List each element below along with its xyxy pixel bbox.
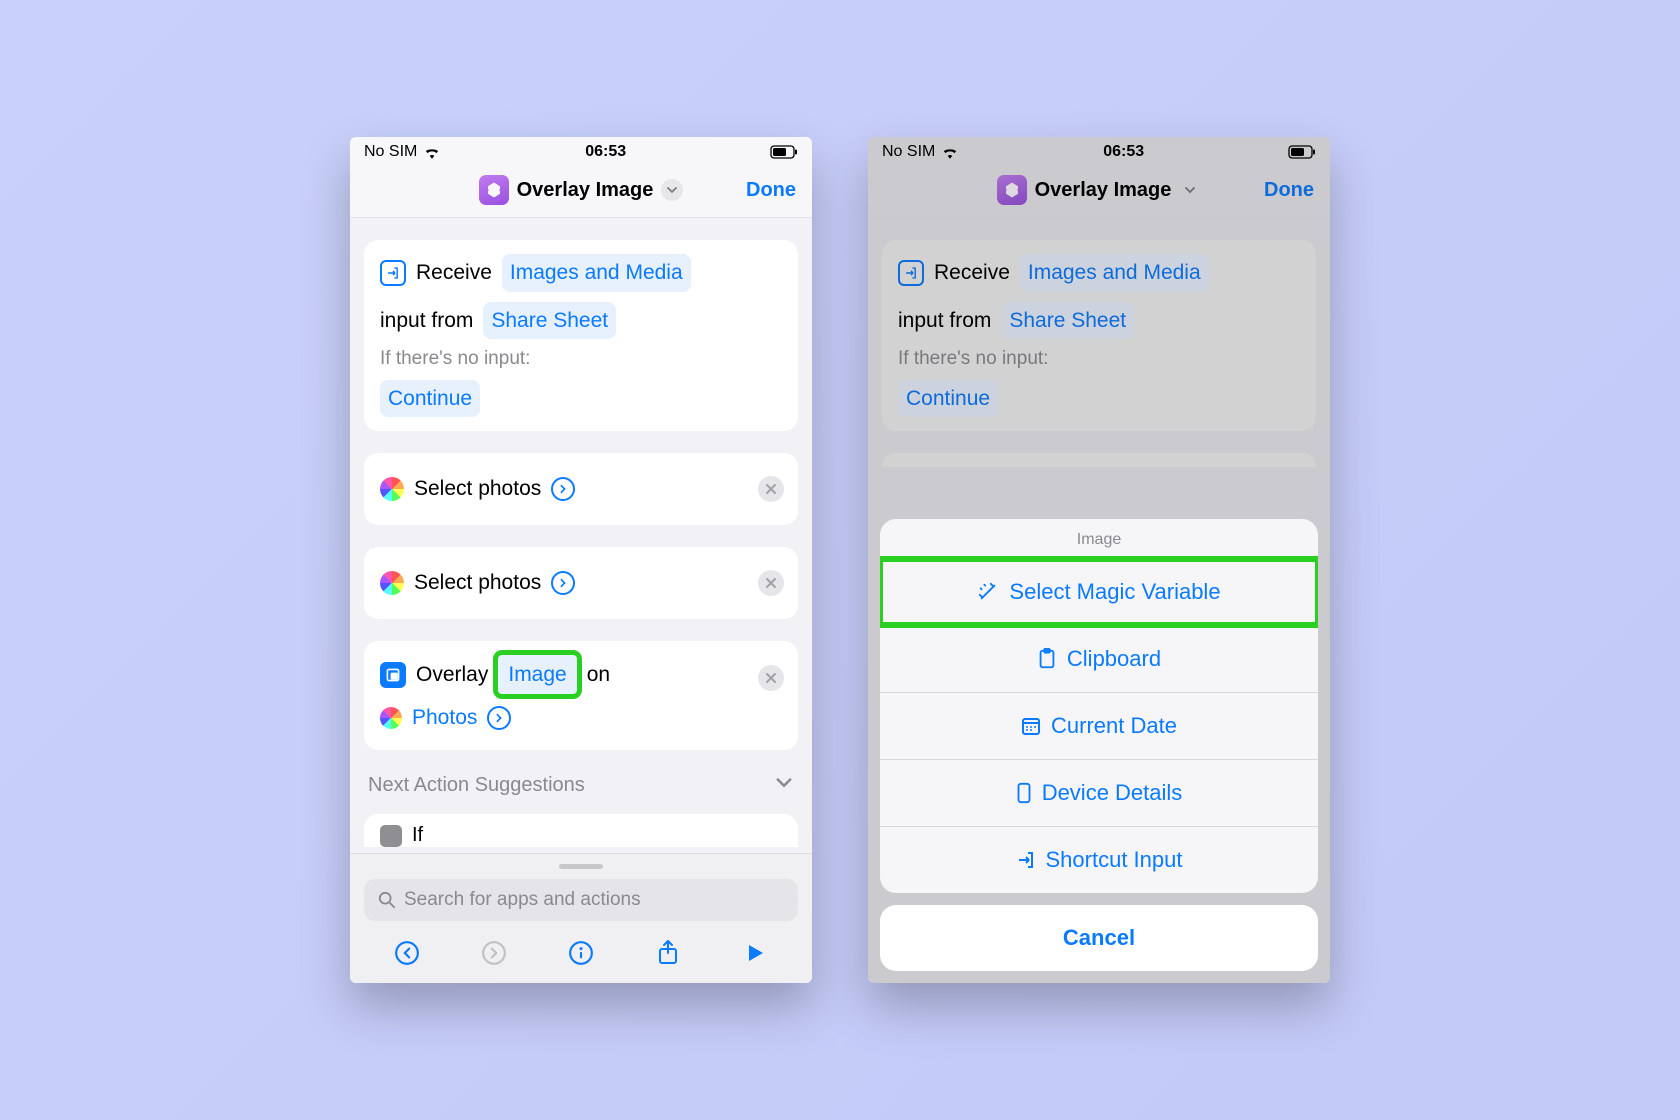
- receive-word: Receive: [416, 255, 492, 291]
- receive-input-card[interactable]: Receive Images and Media input from Shar…: [364, 240, 798, 431]
- sheet-item-label: Device Details: [1042, 780, 1183, 806]
- delete-action-button[interactable]: [758, 665, 784, 691]
- phone-right: No SIM 06:53 Overlay Image Done: [868, 137, 1330, 983]
- receive-word: Receive: [934, 255, 1010, 291]
- chevron-down-icon: [774, 772, 794, 798]
- undo-button[interactable]: [389, 935, 425, 971]
- image-variable-token[interactable]: Image: [498, 655, 576, 695]
- input-types-pill[interactable]: Images and Media: [502, 254, 691, 292]
- done-button[interactable]: Done: [1244, 179, 1314, 202]
- page-title: Overlay Image: [1035, 179, 1172, 202]
- device-icon: [1016, 782, 1032, 804]
- fallback-pill[interactable]: Continue: [380, 380, 480, 418]
- overlay-icon: [380, 662, 406, 688]
- grabber-handle[interactable]: [559, 864, 603, 869]
- sheet-title: Image: [880, 519, 1318, 559]
- photos-icon: [380, 707, 402, 729]
- shortcut-app-icon: [997, 175, 1027, 205]
- input-source-pill[interactable]: Share Sheet: [483, 302, 616, 340]
- delete-action-button[interactable]: [758, 476, 784, 502]
- toolbar: [364, 921, 798, 983]
- nav-bar: Overlay Image Done: [868, 167, 1330, 218]
- receive-input-card: Receive Images and Media input from Shar…: [882, 240, 1316, 431]
- info-button[interactable]: [563, 935, 599, 971]
- carrier-label: No SIM: [882, 143, 935, 161]
- clock: 06:53: [1103, 143, 1144, 161]
- select-photos-action-2[interactable]: Select photos: [364, 547, 798, 619]
- status-bar: No SIM 06:53: [868, 137, 1330, 167]
- expand-icon[interactable]: [487, 706, 511, 730]
- sheet-item-device-details[interactable]: Device Details: [880, 759, 1318, 826]
- page-title: Overlay Image: [517, 179, 654, 202]
- bottom-panel: Search for apps and actions: [350, 853, 812, 983]
- nav-bar: Overlay Image Done: [350, 167, 812, 218]
- shortcut-app-icon: [479, 175, 509, 205]
- action-label: Select photos: [414, 471, 541, 507]
- sheet-item-label: Select Magic Variable: [1009, 579, 1220, 605]
- suggestion-peek[interactable]: If: [364, 814, 798, 847]
- share-button[interactable]: [650, 935, 686, 971]
- action-label: Select photos: [414, 565, 541, 601]
- cancel-button[interactable]: Cancel: [880, 905, 1318, 971]
- sheet-item-clipboard[interactable]: Clipboard: [880, 625, 1318, 692]
- input-types-pill: Images and Media: [1020, 254, 1209, 292]
- delete-action-button[interactable]: [758, 570, 784, 596]
- title-menu-button[interactable]: [1179, 179, 1201, 201]
- select-photos-action-peek: [882, 453, 1316, 467]
- calendar-icon: [1021, 716, 1041, 736]
- sheet-item-label: Current Date: [1051, 713, 1177, 739]
- next-action-suggestions[interactable]: Next Action Suggestions: [364, 772, 798, 798]
- suggestions-label: Next Action Suggestions: [368, 774, 585, 797]
- no-input-label: If there's no input:: [380, 343, 782, 375]
- fallback-pill: Continue: [898, 380, 998, 418]
- carrier-label: No SIM: [364, 143, 417, 161]
- search-icon: [378, 891, 396, 909]
- input-icon: [898, 260, 924, 286]
- status-bar: No SIM 06:53: [350, 137, 812, 167]
- photos-icon: [380, 571, 404, 595]
- overlay-word: Overlay: [416, 657, 488, 693]
- photos-icon: [380, 477, 404, 501]
- no-input-label: If there's no input:: [898, 343, 1300, 375]
- phone-left: No SIM 06:53 Overlay Image Done: [350, 137, 812, 983]
- suggestion-peek-label: If: [412, 824, 423, 847]
- input-icon: [380, 260, 406, 286]
- input-source-pill: Share Sheet: [1001, 302, 1134, 340]
- expand-icon[interactable]: [551, 571, 575, 595]
- if-icon: [380, 825, 402, 847]
- redo-button[interactable]: [476, 935, 512, 971]
- done-button[interactable]: Done: [726, 179, 796, 202]
- sheet-item-label: Clipboard: [1067, 646, 1161, 672]
- sheet-item-current-date[interactable]: Current Date: [880, 692, 1318, 759]
- editor-content: Receive Images and Media input from Shar…: [350, 218, 812, 853]
- sheet-item-label: Shortcut Input: [1046, 847, 1183, 873]
- input-from-word: input from: [898, 303, 991, 339]
- search-placeholder: Search for apps and actions: [404, 889, 641, 911]
- battery-icon: [770, 145, 798, 159]
- battery-icon: [1288, 145, 1316, 159]
- variable-picker-sheet: Image Select Magic Variable Clipboard Cu…: [868, 519, 1330, 983]
- photos-variable-token[interactable]: Photos: [412, 700, 477, 736]
- sheet-body: Image Select Magic Variable Clipboard Cu…: [880, 519, 1318, 893]
- magic-wand-icon: [977, 581, 999, 603]
- clipboard-icon: [1037, 648, 1057, 670]
- wifi-icon: [941, 145, 959, 159]
- wifi-icon: [423, 145, 441, 159]
- expand-icon[interactable]: [551, 477, 575, 501]
- on-word: on: [587, 657, 610, 693]
- run-button[interactable]: [737, 935, 773, 971]
- select-photos-action-1[interactable]: Select photos: [364, 453, 798, 525]
- sheet-item-magic-variable[interactable]: Select Magic Variable: [880, 559, 1318, 625]
- sheet-item-shortcut-input[interactable]: Shortcut Input: [880, 826, 1318, 893]
- input-from-word: input from: [380, 303, 473, 339]
- overlay-image-action[interactable]: Overlay Image on Photos: [364, 641, 798, 750]
- shortcut-input-icon: [1016, 850, 1036, 870]
- title-menu-button[interactable]: [661, 179, 683, 201]
- search-input[interactable]: Search for apps and actions: [364, 879, 798, 921]
- clock: 06:53: [585, 143, 626, 161]
